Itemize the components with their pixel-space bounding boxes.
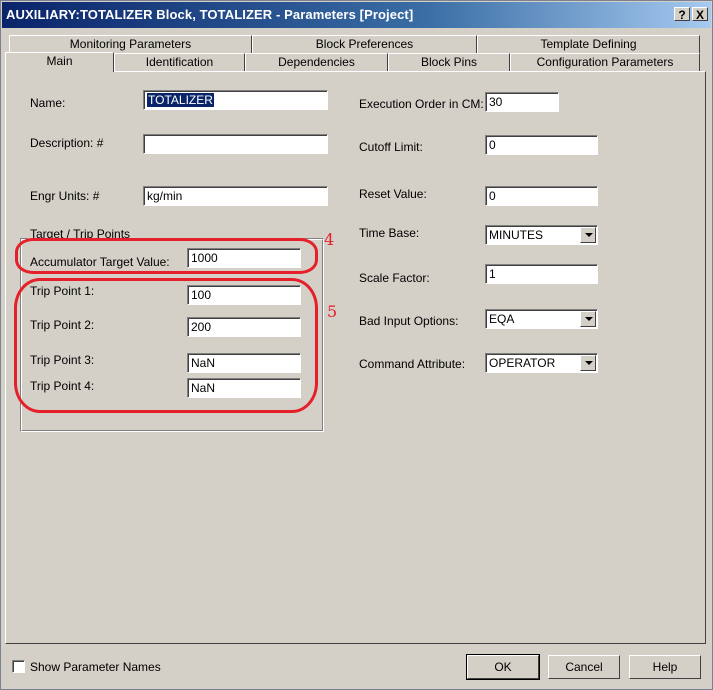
name-value: TOTALIZER [147,93,214,107]
description-field[interactable] [143,134,328,154]
time-base-label: Time Base: [359,226,420,240]
tab-monitoring-parameters[interactable]: Monitoring Parameters [9,35,252,53]
chevron-down-icon [585,317,593,321]
bad-input-dropdown-button[interactable] [580,311,596,327]
tab-main[interactable]: Main [5,52,114,72]
tab-identification[interactable]: Identification [114,53,245,71]
engr-units-field[interactable]: kg/min [143,186,328,206]
tab-configuration-parameters[interactable]: Configuration Parameters [510,53,700,71]
reset-value-label: Reset Value: [359,187,427,201]
command-attr-value: OPERATOR [489,356,556,370]
command-attr-label: Command Attribute: [359,357,466,371]
tab-block-pins[interactable]: Block Pins [388,53,510,71]
scale-factor-label: Scale Factor: [359,271,430,285]
annotation-number-5: 5 [327,302,338,321]
annotation-outline-5 [14,278,318,413]
close-title-button[interactable]: X [692,7,708,22]
time-base-select[interactable]: MINUTES [485,225,598,245]
bad-input-value: EQA [489,312,515,326]
show-parameter-names-label: Show Parameter Names [30,660,161,674]
reset-value-field[interactable]: 0 [485,186,598,206]
scale-factor-field[interactable]: 1 [485,264,598,284]
engr-units-label: Engr Units: # [30,189,100,203]
command-attr-select[interactable]: OPERATOR [485,353,598,373]
cutoff-limit-label: Cutoff Limit: [359,140,423,154]
description-label: Description: # [30,136,104,150]
help-button[interactable]: Help [629,655,701,679]
window-title: AUXILIARY:TOTALIZER Block, TOTALIZER - P… [6,7,414,22]
exec-order-label: Execution Order in CM: [359,97,484,111]
tab-template-defining[interactable]: Template Defining [477,35,700,53]
annotation-outline-4 [15,238,318,274]
chevron-down-icon [585,361,593,365]
annotation-number-4: 4 [324,230,335,249]
tab-block-preferences[interactable]: Block Preferences [252,35,477,53]
ok-button[interactable]: OK [466,654,540,680]
cancel-button[interactable]: Cancel [548,655,620,679]
title-bar[interactable]: AUXILIARY:TOTALIZER Block, TOTALIZER - P… [2,2,711,28]
exec-order-field[interactable]: 30 [485,92,559,112]
bad-input-select[interactable]: EQA [485,309,598,329]
tab-dependencies[interactable]: Dependencies [245,53,388,71]
name-label: Name: [30,96,66,110]
bad-input-label: Bad Input Options: [359,314,459,328]
cutoff-limit-field[interactable]: 0 [485,135,598,155]
time-base-value: MINUTES [489,228,543,242]
show-parameter-names-checkbox[interactable] [12,660,25,673]
help-title-button[interactable]: ? [674,7,690,22]
command-attr-dropdown-button[interactable] [580,355,596,371]
name-field[interactable]: TOTALIZER [143,90,328,110]
time-base-dropdown-button[interactable] [580,227,596,243]
chevron-down-icon [585,233,593,237]
